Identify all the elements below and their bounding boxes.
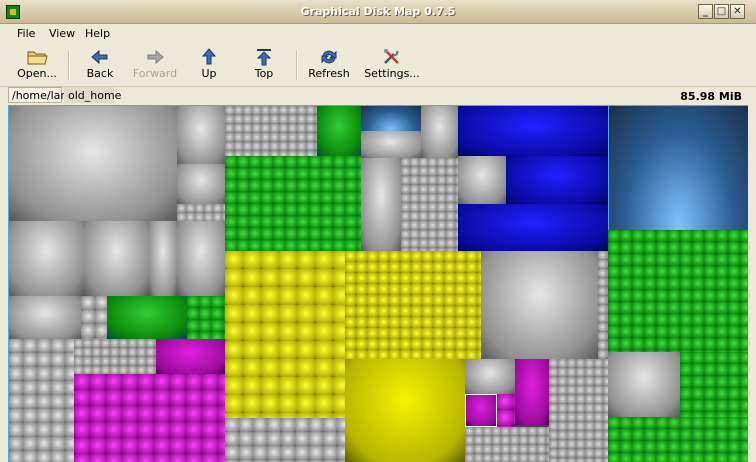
treemap-block[interactable]	[177, 106, 225, 164]
top-button[interactable]: Top	[244, 46, 284, 84]
treemap-block[interactable]	[608, 352, 680, 417]
treemap-block[interactable]	[74, 339, 156, 374]
maximize-button[interactable]: □	[714, 4, 729, 19]
path-bar: /home/lam old_home 85.98 MiB	[0, 86, 756, 105]
treemap-block[interactable]	[345, 251, 481, 359]
window-title: Graphical Disk Map 0.7.5	[300, 5, 456, 18]
treemap-block[interactable]	[149, 221, 177, 296]
forward-button[interactable]: Forward	[132, 46, 178, 84]
treemap-block[interactable]	[225, 251, 345, 418]
treemap-block[interactable]	[497, 394, 515, 427]
treemap-block[interactable]	[680, 352, 748, 417]
treemap-block[interactable]	[506, 156, 608, 204]
treemap-block[interactable]	[156, 339, 225, 374]
treemap-block[interactable]	[317, 106, 361, 156]
settings-label: Settings...	[364, 67, 420, 80]
toolbar: Open... Back Forward Up Top Refresh Sett…	[0, 44, 756, 87]
treemap-block[interactable]	[608, 230, 748, 352]
treemap-block[interactable]	[177, 204, 225, 221]
toolbar-separator	[296, 50, 298, 80]
treemap-block[interactable]	[515, 359, 549, 425]
treemap-block[interactable]	[177, 221, 225, 296]
refresh-icon	[321, 50, 337, 64]
treemap-block[interactable]	[361, 106, 421, 131]
treemap-block[interactable]	[421, 106, 458, 158]
treemap-block[interactable]	[74, 374, 225, 462]
treemap-block[interactable]	[187, 296, 225, 339]
menu-view[interactable]: View	[49, 27, 75, 40]
path-segment-old-home[interactable]: old_home	[64, 87, 121, 103]
title-bar[interactable]: Graphical Disk Map 0.7.5 _ □ ✕	[0, 0, 756, 24]
treemap-block[interactable]	[608, 106, 748, 230]
treemap-block[interactable]	[465, 427, 549, 462]
arrow-up-icon	[201, 48, 217, 65]
treemap-block[interactable]	[225, 156, 361, 251]
treemap-block[interactable]	[458, 156, 506, 204]
close-button[interactable]: ✕	[730, 4, 745, 19]
back-label: Back	[86, 67, 114, 80]
path-segment-home[interactable]: /home/lam	[8, 87, 71, 103]
forward-label: Forward	[132, 67, 178, 80]
treemap-block[interactable]	[225, 418, 345, 462]
treemap-block[interactable]	[361, 158, 401, 251]
treemap-block[interactable]	[225, 106, 317, 156]
treemap-block[interactable]	[401, 158, 458, 251]
settings-button[interactable]: Settings...	[364, 46, 420, 84]
up-label: Up	[201, 67, 217, 80]
treemap-block[interactable]	[458, 204, 608, 251]
menu-help[interactable]: Help	[85, 27, 110, 40]
treemap-block[interactable]	[465, 359, 515, 394]
arrow-top-icon	[256, 49, 272, 66]
treemap-block[interactable]	[345, 359, 465, 462]
up-button[interactable]: Up	[190, 46, 228, 84]
refresh-button[interactable]: Refresh	[306, 46, 352, 84]
disk-treemap[interactable]	[8, 105, 748, 462]
minimize-button[interactable]: _	[698, 4, 713, 19]
treemap-block[interactable]	[84, 221, 149, 296]
toolbar-separator	[68, 50, 70, 80]
treemap-block[interactable]	[107, 296, 187, 339]
arrow-left-icon	[91, 49, 108, 65]
treemap-block[interactable]	[81, 296, 107, 339]
refresh-label: Refresh	[308, 67, 350, 80]
treemap-block-selected[interactable]	[465, 394, 497, 427]
menu-bar: File View Help	[0, 24, 756, 44]
treemap-block[interactable]	[608, 417, 748, 462]
total-size: 85.98 MiB	[680, 90, 742, 103]
treemap-block[interactable]	[458, 106, 608, 156]
folder-open-icon	[27, 51, 48, 65]
treemap-block[interactable]	[9, 221, 84, 296]
treemap-block[interactable]	[9, 106, 177, 221]
treemap-block[interactable]	[9, 339, 74, 462]
treemap-block[interactable]	[549, 359, 608, 462]
arrow-right-icon	[147, 49, 164, 65]
treemap-block[interactable]	[177, 164, 225, 204]
menu-file[interactable]: File	[17, 27, 35, 40]
top-label: Top	[254, 67, 274, 80]
treemap-block[interactable]	[481, 251, 598, 359]
treemap-block[interactable]	[361, 131, 421, 158]
treemap-block[interactable]	[598, 251, 608, 359]
treemap-block[interactable]	[9, 296, 81, 339]
back-button[interactable]: Back	[80, 46, 120, 84]
tools-icon	[384, 49, 399, 64]
open-label: Open...	[17, 67, 57, 80]
open-button[interactable]: Open...	[14, 46, 60, 84]
